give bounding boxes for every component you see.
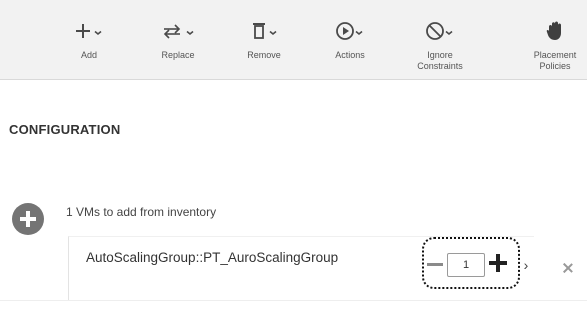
toolbar-placement-policies-label: Placement Policies (533, 50, 577, 71)
decrement-button[interactable] (427, 263, 443, 266)
toolbar-ignore-constraints[interactable]: Ignore Constraints (401, 0, 479, 80)
section-title: CONFIGURATION (9, 122, 121, 137)
toolbar-add-label: Add (80, 50, 97, 60)
toolbar-add[interactable]: Add (50, 0, 128, 80)
toolbar-actions[interactable]: Actions (311, 0, 389, 80)
plus-dropdown-icon (50, 17, 128, 45)
quantity-input[interactable] (447, 253, 485, 277)
add-from-inventory-text: 1 VMs to add from inventory (66, 205, 217, 219)
screen: Add Replace Remove Actions Ignore Constr… (0, 0, 587, 309)
toolbar-actions-label: Actions (335, 50, 365, 60)
bottom-divider (0, 300, 587, 301)
remove-group-button[interactable] (562, 262, 574, 274)
chevron-right-icon: › (523, 257, 529, 273)
plus-icon (19, 210, 37, 228)
group-name: AutoScalingGroup::PT_AuroScalingGroup (86, 250, 339, 265)
expand-chevron-button[interactable]: › (520, 257, 532, 273)
toolbar-remove-label: Remove (247, 50, 281, 60)
add-from-inventory-button[interactable] (12, 203, 44, 235)
toolbar-placement-policies[interactable]: Placement Policies (516, 0, 587, 80)
trash-dropdown-icon (225, 17, 303, 45)
toolbar-replace-label: Replace (161, 50, 195, 60)
toolbar-ignore-constraints-label: Ignore Constraints (417, 50, 463, 71)
hand-icon (516, 17, 587, 45)
ban-dropdown-icon (401, 17, 479, 45)
increment-button[interactable] (489, 254, 507, 272)
play-circle-dropdown-icon (311, 17, 389, 45)
top-toolbar: Add Replace Remove Actions Ignore Constr… (0, 0, 587, 80)
swap-dropdown-icon (139, 17, 217, 45)
toolbar-remove[interactable]: Remove (225, 0, 303, 80)
toolbar-replace[interactable]: Replace (139, 0, 217, 80)
